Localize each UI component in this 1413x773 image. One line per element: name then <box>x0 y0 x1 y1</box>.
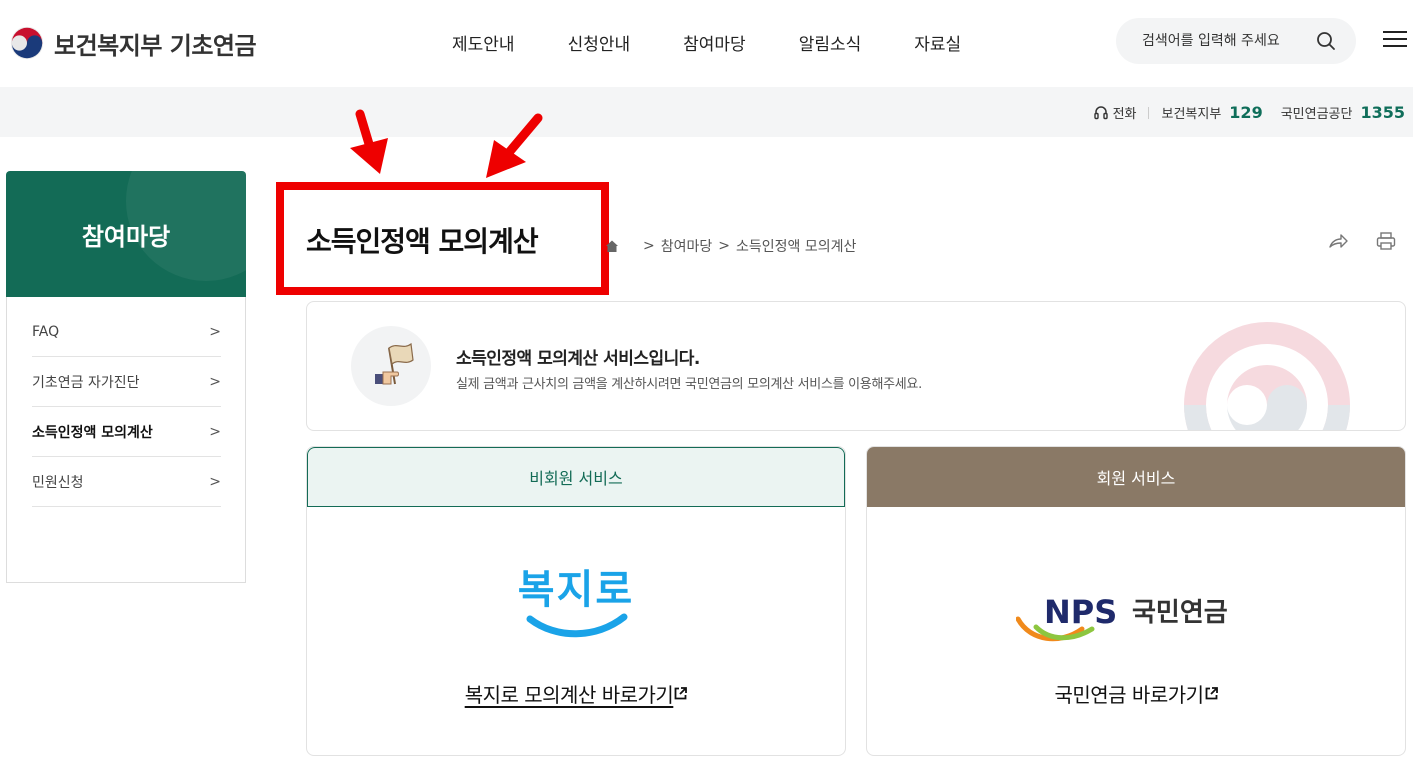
share-icon[interactable] <box>1328 232 1348 250</box>
breadcrumb-current: 소득인정액 모의계산 <box>736 239 857 255</box>
nav-item-system-info[interactable]: 제도안내 <box>452 30 515 55</box>
info-description: 실제 금액과 근사치의 금액을 계산하시려면 국민연금의 모의계산 서비스를 이… <box>456 377 922 392</box>
bokjiro-logo: 복지로 <box>307 555 845 645</box>
taegeuk-watermark-icon <box>1184 322 1350 430</box>
sidebar-title: 참여마당 <box>81 222 171 251</box>
bokjiro-logo-graphic: 복지로 <box>518 567 634 638</box>
contact-info: 전화 보건복지부 129 국민연금공단 1355 <box>1093 103 1405 122</box>
chevron-right-icon: > <box>209 323 221 340</box>
sidebar-menu: FAQ > 기초연금 자가진단 > 소득인정액 모의계산 > 민원신청 > <box>6 297 246 583</box>
sidebar-title-box: 참여마당 <box>6 171 246 297</box>
nav-item-application-info[interactable]: 신청안내 <box>568 30 631 55</box>
card-header: 비회원 서비스 <box>307 447 845 507</box>
nav-item-news[interactable]: 알림소식 <box>799 30 862 55</box>
sidebar-item-faq[interactable]: FAQ > <box>32 307 221 357</box>
utility-bar: 전화 보건복지부 129 국민연금공단 1355 <box>0 87 1413 137</box>
org2-phone-number: 1355 <box>1360 103 1405 122</box>
sidebar-item-income-simulation[interactable]: 소득인정액 모의계산 > <box>32 407 221 457</box>
search-box <box>1116 18 1356 64</box>
logo-text: 보건복지부 기초연금 <box>54 31 257 60</box>
annotation-arrow-icon <box>486 113 543 178</box>
divider <box>1148 106 1150 119</box>
breadcrumb-separator: > <box>718 238 730 254</box>
headset-icon <box>1093 105 1108 119</box>
chevron-right-icon: > <box>209 473 221 490</box>
chevron-right-icon: > <box>209 423 221 440</box>
non-member-service-card: 비회원 서비스 복지로 복지로 모의계산 바로가기 <box>306 446 846 756</box>
sidebar-item-label: FAQ <box>32 323 60 340</box>
external-link-icon <box>674 687 688 700</box>
nav-item-archive[interactable]: 자료실 <box>914 30 961 55</box>
breadcrumb-item[interactable]: 참여마당 <box>661 236 713 256</box>
info-title: 소득인정액 모의계산 서비스입니다. <box>456 349 700 369</box>
home-icon[interactable] <box>605 239 619 253</box>
chevron-right-icon: > <box>209 373 221 390</box>
nps-logo-graphic: NPS 국민연금 <box>1016 593 1228 642</box>
nps-logo-brand: NPS <box>1044 593 1117 631</box>
sidebar-item-self-diagnosis[interactable]: 기초연금 자가진단 > <box>32 357 221 407</box>
sidebar-item-label: 민원신청 <box>32 474 84 491</box>
link-text: 복지로 모의계산 바로가기 <box>464 683 674 707</box>
org1-label: 보건복지부 <box>1161 107 1222 122</box>
org1-phone-number: 129 <box>1229 103 1263 122</box>
org2-label: 국민연금공단 <box>1280 107 1353 122</box>
nps-logo-name: 국민연금 <box>1132 598 1228 628</box>
nps-link[interactable]: 국민연금 바로가기 <box>867 679 1405 708</box>
print-icon[interactable] <box>1376 232 1396 250</box>
nav-item-participation[interactable]: 참여마당 <box>683 30 746 55</box>
external-link-icon <box>1205 687 1218 700</box>
annotation-arrow-icon <box>350 109 388 174</box>
flag-hand-icon-graphic <box>375 342 414 385</box>
breadcrumb-separator: > <box>643 238 655 254</box>
sidebar-item-civil-petition[interactable]: 민원신청 > <box>32 457 221 507</box>
search-input[interactable] <box>1142 33 1302 49</box>
bokjiro-logo-text: 복지로 <box>518 567 634 613</box>
hamburger-menu-icon[interactable] <box>1383 31 1407 49</box>
sidebar-item-label: 소득인정액 모의계산 <box>32 424 153 441</box>
card-header: 회원 서비스 <box>867 447 1405 507</box>
flag-hand-icon <box>351 326 431 406</box>
nps-logo: NPS 국민연금 <box>867 589 1405 649</box>
sidebar-item-label: 기초연금 자가진단 <box>32 374 140 391</box>
phone-label: 전화 <box>1112 107 1137 122</box>
taegeuk-logo-icon <box>8 24 46 62</box>
page-title: 소득인정액 모의계산 <box>306 225 539 258</box>
member-service-card: 회원 서비스 NPS 국민연금 국민연금 바로가기 <box>866 446 1406 756</box>
info-box: 소득인정액 모의계산 서비스입니다. 실제 금액과 근사치의 금액을 계산하시려… <box>306 301 1406 431</box>
site-logo[interactable]: 보건복지부 기초연금 <box>8 24 257 62</box>
main-nav: 제도안내 신청안내 참여마당 알림소식 자료실 <box>452 30 1014 55</box>
bokjiro-simulation-link[interactable]: 복지로 모의계산 바로가기 <box>307 679 845 708</box>
search-icon[interactable] <box>1316 31 1336 51</box>
link-text: 국민연금 바로가기 <box>1054 683 1204 707</box>
site-header: 보건복지부 기초연금 제도안내 신청안내 참여마당 알림소식 자료실 <box>0 0 1413 87</box>
breadcrumb: > 참여마당 > 소득인정액 모의계산 <box>605 236 856 256</box>
